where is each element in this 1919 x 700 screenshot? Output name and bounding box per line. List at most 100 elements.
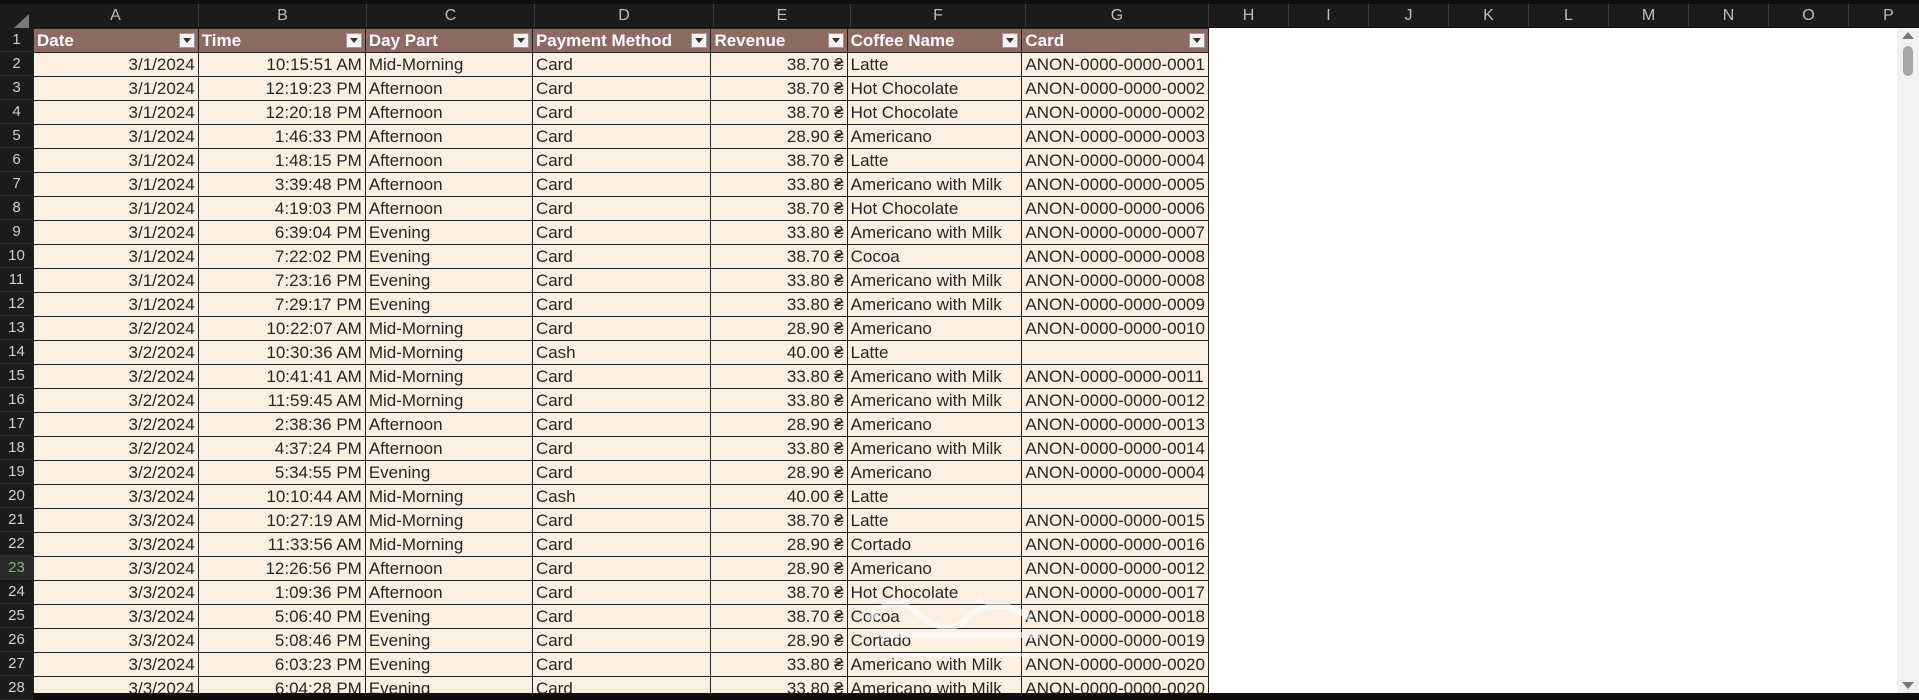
- table-cell[interactable]: Card: [531, 244, 712, 269]
- filter-dropdown-icon[interactable]: [691, 33, 708, 48]
- table-cell[interactable]: 3/3/2024: [33, 484, 199, 509]
- table-cell[interactable]: Card: [531, 388, 712, 413]
- table-cell[interactable]: Americano with Milk: [846, 652, 1023, 677]
- table-cell[interactable]: ANON-0000-0000-0004: [1021, 148, 1209, 173]
- table-cell[interactable]: ANON-0000-0000-0013: [1021, 412, 1209, 437]
- table-cell[interactable]: Afternoon: [364, 124, 533, 149]
- table-cell[interactable]: ANON-0000-0000-0005: [1021, 172, 1209, 197]
- table-cell[interactable]: 4:19:03 PM: [197, 196, 366, 221]
- table-cell[interactable]: ANON-0000-0000-0014: [1021, 436, 1209, 461]
- table-cell[interactable]: 6:39:04 PM: [197, 220, 366, 245]
- table-cell[interactable]: Evening: [364, 628, 533, 653]
- table-cell[interactable]: 38.70 ₴: [710, 580, 848, 605]
- table-cell[interactable]: Mid-Morning: [364, 484, 533, 509]
- table-cell[interactable]: 3/3/2024: [33, 652, 199, 677]
- table-cell[interactable]: 3/2/2024: [33, 412, 199, 437]
- table-cell[interactable]: Latte: [846, 148, 1023, 173]
- table-cell[interactable]: ANON-0000-0000-0010: [1021, 316, 1209, 341]
- table-cell[interactable]: Hot Chocolate: [846, 76, 1023, 101]
- table-cell[interactable]: 10:10:44 AM: [197, 484, 366, 509]
- column-header-c[interactable]: C: [367, 4, 535, 27]
- filter-dropdown-icon[interactable]: [512, 33, 529, 48]
- table-cell[interactable]: ANON-0000-0000-0019: [1021, 628, 1209, 653]
- table-cell[interactable]: 12:20:18 PM: [197, 100, 366, 125]
- table-cell[interactable]: 3/1/2024: [33, 124, 199, 149]
- table-cell[interactable]: 3/1/2024: [33, 148, 199, 173]
- column-header-p[interactable]: P: [1849, 4, 1919, 27]
- column-header-f[interactable]: F: [851, 4, 1026, 27]
- table-cell[interactable]: Americano with Milk: [846, 436, 1023, 461]
- table-cell[interactable]: 38.70 ₴: [710, 508, 848, 533]
- table-cell[interactable]: 10:22:07 AM: [197, 316, 366, 341]
- table-cell[interactable]: ANON-0000-0000-0001: [1021, 52, 1209, 77]
- table-cell[interactable]: Americano: [846, 556, 1023, 581]
- table-cell[interactable]: 10:15:51 AM: [197, 52, 366, 77]
- table-cell[interactable]: 6:03:23 PM: [197, 652, 366, 677]
- table-cell[interactable]: ANON-0000-0000-0012: [1021, 556, 1209, 581]
- table-cell[interactable]: 3/1/2024: [33, 52, 199, 77]
- table-cell[interactable]: 33.80 ₴: [710, 676, 848, 693]
- row-header-8[interactable]: 8: [0, 196, 33, 220]
- table-cell[interactable]: Americano with Milk: [846, 388, 1023, 413]
- table-cell[interactable]: ANON-0000-0000-0020: [1021, 676, 1209, 693]
- table-cell[interactable]: Mid-Morning: [364, 508, 533, 533]
- table-cell[interactable]: 3/1/2024: [33, 172, 199, 197]
- row-header-27[interactable]: 27: [0, 652, 33, 676]
- table-cell[interactable]: 3/3/2024: [33, 508, 199, 533]
- table-cell[interactable]: Afternoon: [364, 436, 533, 461]
- table-cell[interactable]: Latte: [846, 484, 1023, 509]
- table-cell[interactable]: 33.80 ₴: [710, 268, 848, 293]
- table-cell[interactable]: [1021, 340, 1209, 365]
- table-cell[interactable]: ANON-0000-0000-0012: [1021, 388, 1209, 413]
- table-cell[interactable]: Afternoon: [364, 148, 533, 173]
- column-header-o[interactable]: O: [1769, 4, 1849, 27]
- table-cell[interactable]: Afternoon: [364, 556, 533, 581]
- table-cell[interactable]: 33.80 ₴: [710, 292, 848, 317]
- table-cell[interactable]: Afternoon: [364, 412, 533, 437]
- row-header-26[interactable]: 26: [0, 628, 33, 652]
- row-header-16[interactable]: 16: [0, 388, 33, 412]
- table-cell[interactable]: 38.70 ₴: [710, 100, 848, 125]
- filter-dropdown-icon[interactable]: [1002, 33, 1019, 48]
- table-cell[interactable]: 38.70 ₴: [710, 604, 848, 629]
- table-cell[interactable]: 7:22:02 PM: [197, 244, 366, 269]
- table-cell[interactable]: Card: [531, 532, 712, 557]
- table-cell[interactable]: Americano with Milk: [846, 220, 1023, 245]
- row-header-25[interactable]: 25: [0, 604, 33, 628]
- table-cell[interactable]: 3:39:48 PM: [197, 172, 366, 197]
- table-cell[interactable]: 11:59:45 AM: [197, 388, 366, 413]
- table-cell[interactable]: Card: [531, 436, 712, 461]
- table-cell[interactable]: 3/3/2024: [33, 628, 199, 653]
- row-header-28[interactable]: 28: [0, 676, 33, 700]
- table-cell[interactable]: 3/2/2024: [33, 388, 199, 413]
- table-cell[interactable]: 1:46:33 PM: [197, 124, 366, 149]
- table-cell[interactable]: Card: [531, 196, 712, 221]
- table-cell[interactable]: 28.90 ₴: [710, 532, 848, 557]
- row-header-5[interactable]: 5: [0, 124, 33, 148]
- table-cell[interactable]: 40.00 ₴: [710, 484, 848, 509]
- table-cell[interactable]: Latte: [846, 340, 1023, 365]
- row-header-4[interactable]: 4: [0, 100, 33, 124]
- table-cell[interactable]: Cortado: [846, 628, 1023, 653]
- empty-sheet-area[interactable]: [1209, 28, 1897, 693]
- table-cell[interactable]: 7:23:16 PM: [197, 268, 366, 293]
- table-cell[interactable]: Mid-Morning: [364, 52, 533, 77]
- table-cell[interactable]: 38.70 ₴: [710, 196, 848, 221]
- table-cell[interactable]: 28.90 ₴: [710, 460, 848, 485]
- row-header-2[interactable]: 2: [0, 52, 33, 76]
- table-cell[interactable]: Mid-Morning: [364, 316, 533, 341]
- table-cell[interactable]: Cocoa: [846, 244, 1023, 269]
- table-cell[interactable]: 3/2/2024: [33, 436, 199, 461]
- table-cell[interactable]: 3/3/2024: [33, 604, 199, 629]
- table-cell[interactable]: Card: [531, 124, 712, 149]
- table-cell[interactable]: 33.80 ₴: [710, 652, 848, 677]
- table-cell[interactable]: 3/1/2024: [33, 292, 199, 317]
- table-cell[interactable]: 7:29:17 PM: [197, 292, 366, 317]
- table-cell[interactable]: Cortado: [846, 532, 1023, 557]
- column-header-a[interactable]: A: [33, 4, 199, 27]
- row-header-6[interactable]: 6: [0, 148, 33, 172]
- row-header-1[interactable]: 1: [0, 28, 33, 52]
- table-cell[interactable]: ANON-0000-0000-0006: [1021, 196, 1209, 221]
- table-cell[interactable]: ANON-0000-0000-0015: [1021, 508, 1209, 533]
- table-cell[interactable]: Mid-Morning: [364, 340, 533, 365]
